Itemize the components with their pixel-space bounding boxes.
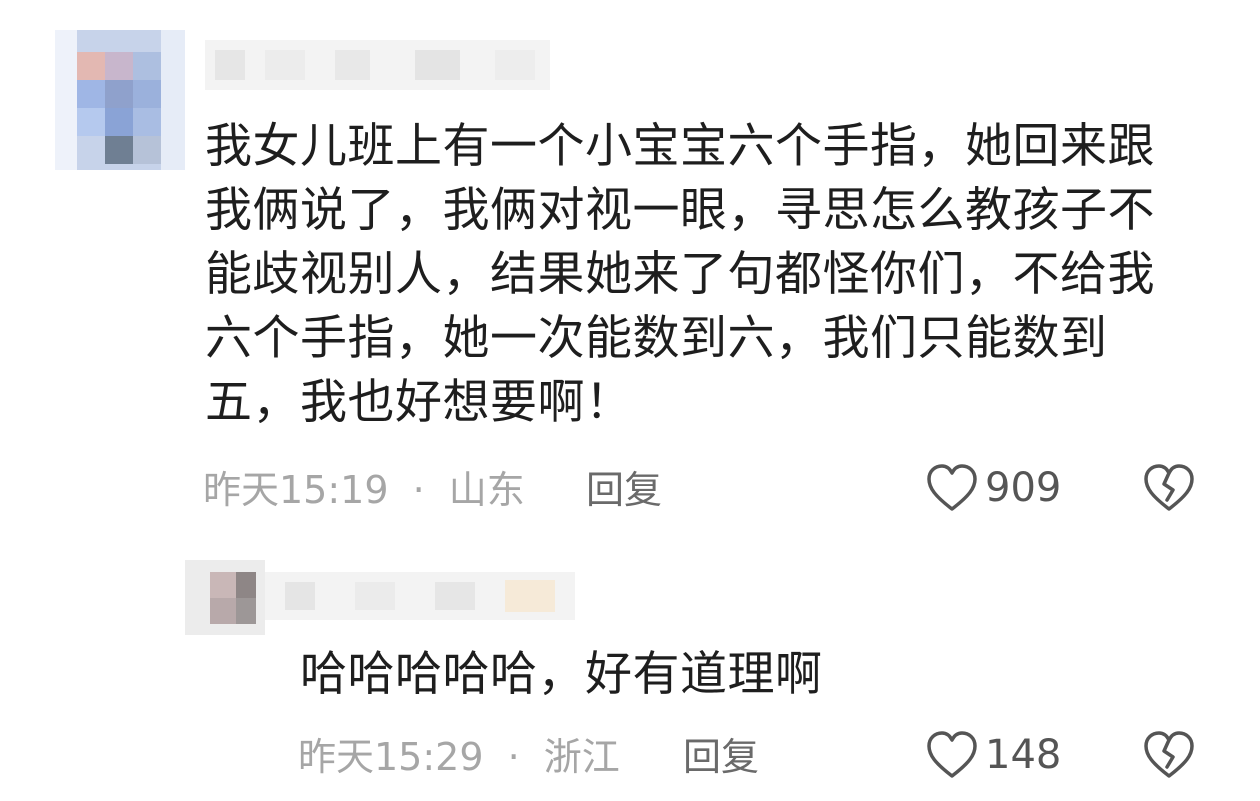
broken-heart-icon bbox=[1144, 731, 1194, 778]
meta-separator: · bbox=[507, 735, 520, 779]
like-count: 909 bbox=[985, 465, 1062, 511]
comment-meta: 昨天15:19 · 山东 bbox=[203, 466, 525, 514]
avatar[interactable] bbox=[185, 560, 265, 635]
comment-text: 我女儿班上有一个小宝宝六个手指，她回来跟 我俩说了，我俩对视一眼，寻思怎么教孩子… bbox=[205, 119, 1155, 430]
dislike-button[interactable] bbox=[1142, 729, 1196, 785]
comment-location: 浙江 bbox=[543, 735, 620, 779]
comment-meta: 昨天15:29 · 浙江 bbox=[298, 733, 620, 781]
username[interactable] bbox=[205, 40, 550, 90]
dislike-button[interactable] bbox=[1142, 462, 1196, 518]
like-count: 148 bbox=[985, 732, 1062, 778]
comment-time: 昨天15:29 bbox=[298, 735, 484, 779]
comment-text: 哈哈哈哈哈，好有道理啊 bbox=[300, 647, 823, 702]
like-button[interactable]: 148 bbox=[925, 729, 1061, 781]
username[interactable] bbox=[265, 572, 575, 620]
heart-outline-icon bbox=[927, 464, 977, 511]
heart-outline-icon bbox=[927, 731, 977, 778]
meta-separator: · bbox=[412, 468, 425, 512]
broken-heart-icon bbox=[1144, 464, 1194, 511]
comment-location: 山东 bbox=[448, 468, 525, 512]
comment-time: 昨天15:19 bbox=[203, 468, 389, 512]
reply-button[interactable]: 回复 bbox=[586, 466, 662, 514]
avatar[interactable] bbox=[55, 30, 185, 170]
like-button[interactable]: 909 bbox=[925, 462, 1061, 514]
reply-button[interactable]: 回复 bbox=[683, 733, 759, 781]
